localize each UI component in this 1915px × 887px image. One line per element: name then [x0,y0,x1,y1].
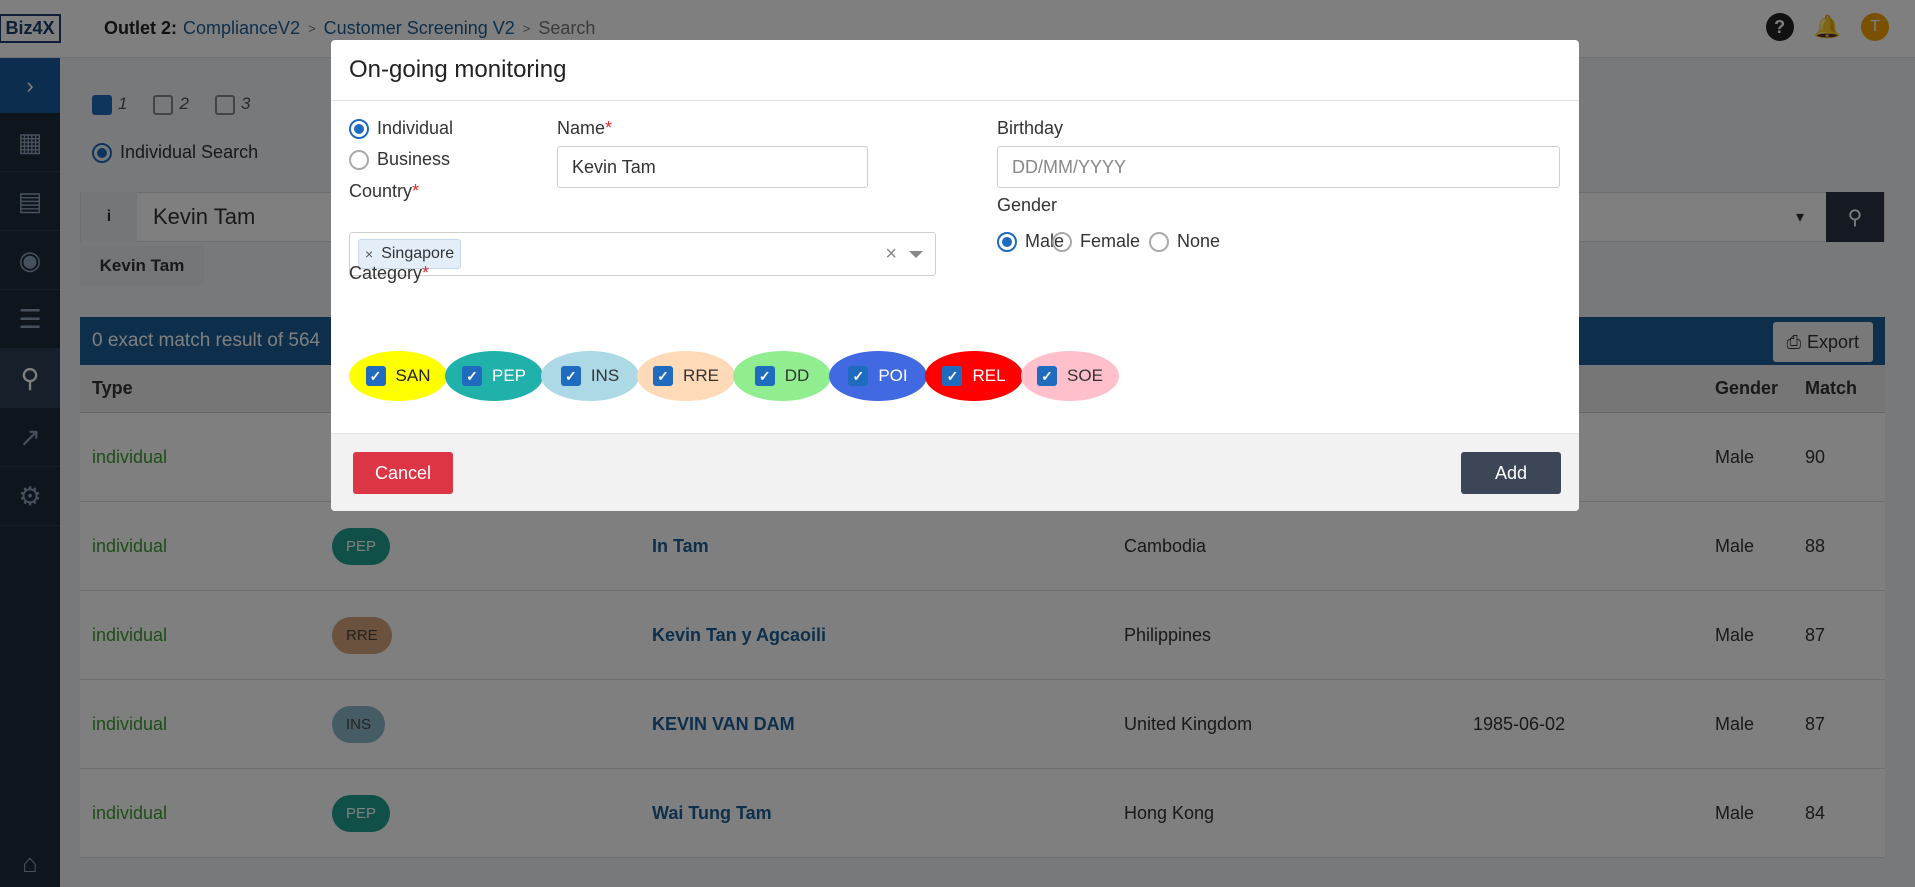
name-label: Name* [557,118,613,138]
radio-individual[interactable]: Individual [349,118,453,139]
radio-business-label: Business [377,149,451,169]
category-chip-label: SOE [1067,366,1103,385]
country-tag-label: Singapore [381,245,455,262]
radio-empty-icon[interactable] [1052,231,1072,252]
radio-none-label: None [1177,231,1221,251]
category-chip-san[interactable]: ✓ SAN [349,351,447,401]
category-chip-soe[interactable]: ✓ SOE [1021,351,1119,401]
checkbox-checked-icon[interactable]: ✓ [653,366,674,386]
radio-individual-label: Individual [377,118,454,138]
radio-empty-icon[interactable] [1149,231,1169,252]
category-chip-poi[interactable]: ✓ POI [829,351,927,401]
checkbox-checked-icon[interactable]: ✓ [560,366,581,386]
radio-selected-icon[interactable] [997,231,1017,252]
category-chip-label: POI [878,366,908,385]
clear-icon[interactable]: × [885,243,897,266]
checkbox-checked-icon[interactable]: ✓ [848,366,869,386]
chevron-down-icon[interactable] [909,251,923,258]
add-button[interactable]: Add [1461,452,1561,494]
country-label: Country* [349,181,420,201]
radio-business[interactable]: Business [349,149,450,170]
radio-female-label: Female [1080,231,1141,251]
category-chip-label: INS [590,366,620,385]
checkbox-checked-icon[interactable]: ✓ [365,366,386,386]
category-chip-ins[interactable]: ✓ INS [541,351,639,401]
ongoing-monitoring-modal: On-going monitoring Individual Business … [331,40,1579,511]
checkbox-checked-icon[interactable]: ✓ [942,366,963,386]
birthday-label: Birthday [997,118,1064,138]
birthday-input[interactable] [997,146,1560,188]
checkbox-checked-icon[interactable]: ✓ [1037,366,1058,386]
category-chip-rel[interactable]: ✓ REL [925,351,1023,401]
category-chip-label: PEP [491,366,527,385]
modal-title: On-going monitoring [331,40,1579,101]
checkbox-checked-icon[interactable]: ✓ [461,366,482,386]
category-chip-dd[interactable]: ✓ DD [733,351,831,401]
name-input[interactable] [557,146,868,188]
radio-none[interactable]: None [1149,231,1220,252]
category-chip-label: SAN [395,366,431,385]
category-chip-pep[interactable]: ✓ PEP [445,351,543,401]
category-chip-label: DD [784,366,810,385]
category-label: Category* [349,263,430,283]
category-chip-label: RRE [683,366,719,385]
cancel-button[interactable]: Cancel [353,452,453,494]
gender-label: Gender [997,195,1058,215]
country-select[interactable]: × Singapore × [349,232,936,276]
category-list: ✓ SAN ✓ PEP ✓ INS ✓ RRE ✓ DD ✓ POI ✓ REL ✓ SOE [349,351,1119,401]
radio-selected-icon[interactable] [349,118,369,139]
radio-female[interactable]: Female [1052,231,1140,252]
tag-remove-icon[interactable]: × [365,246,373,262]
category-chip-label: REL [972,366,1006,385]
category-chip-rre[interactable]: ✓ RRE [637,351,735,401]
modal-footer: Cancel Add [331,433,1579,511]
radio-empty-icon[interactable] [349,149,369,170]
checkbox-checked-icon[interactable]: ✓ [754,366,775,386]
